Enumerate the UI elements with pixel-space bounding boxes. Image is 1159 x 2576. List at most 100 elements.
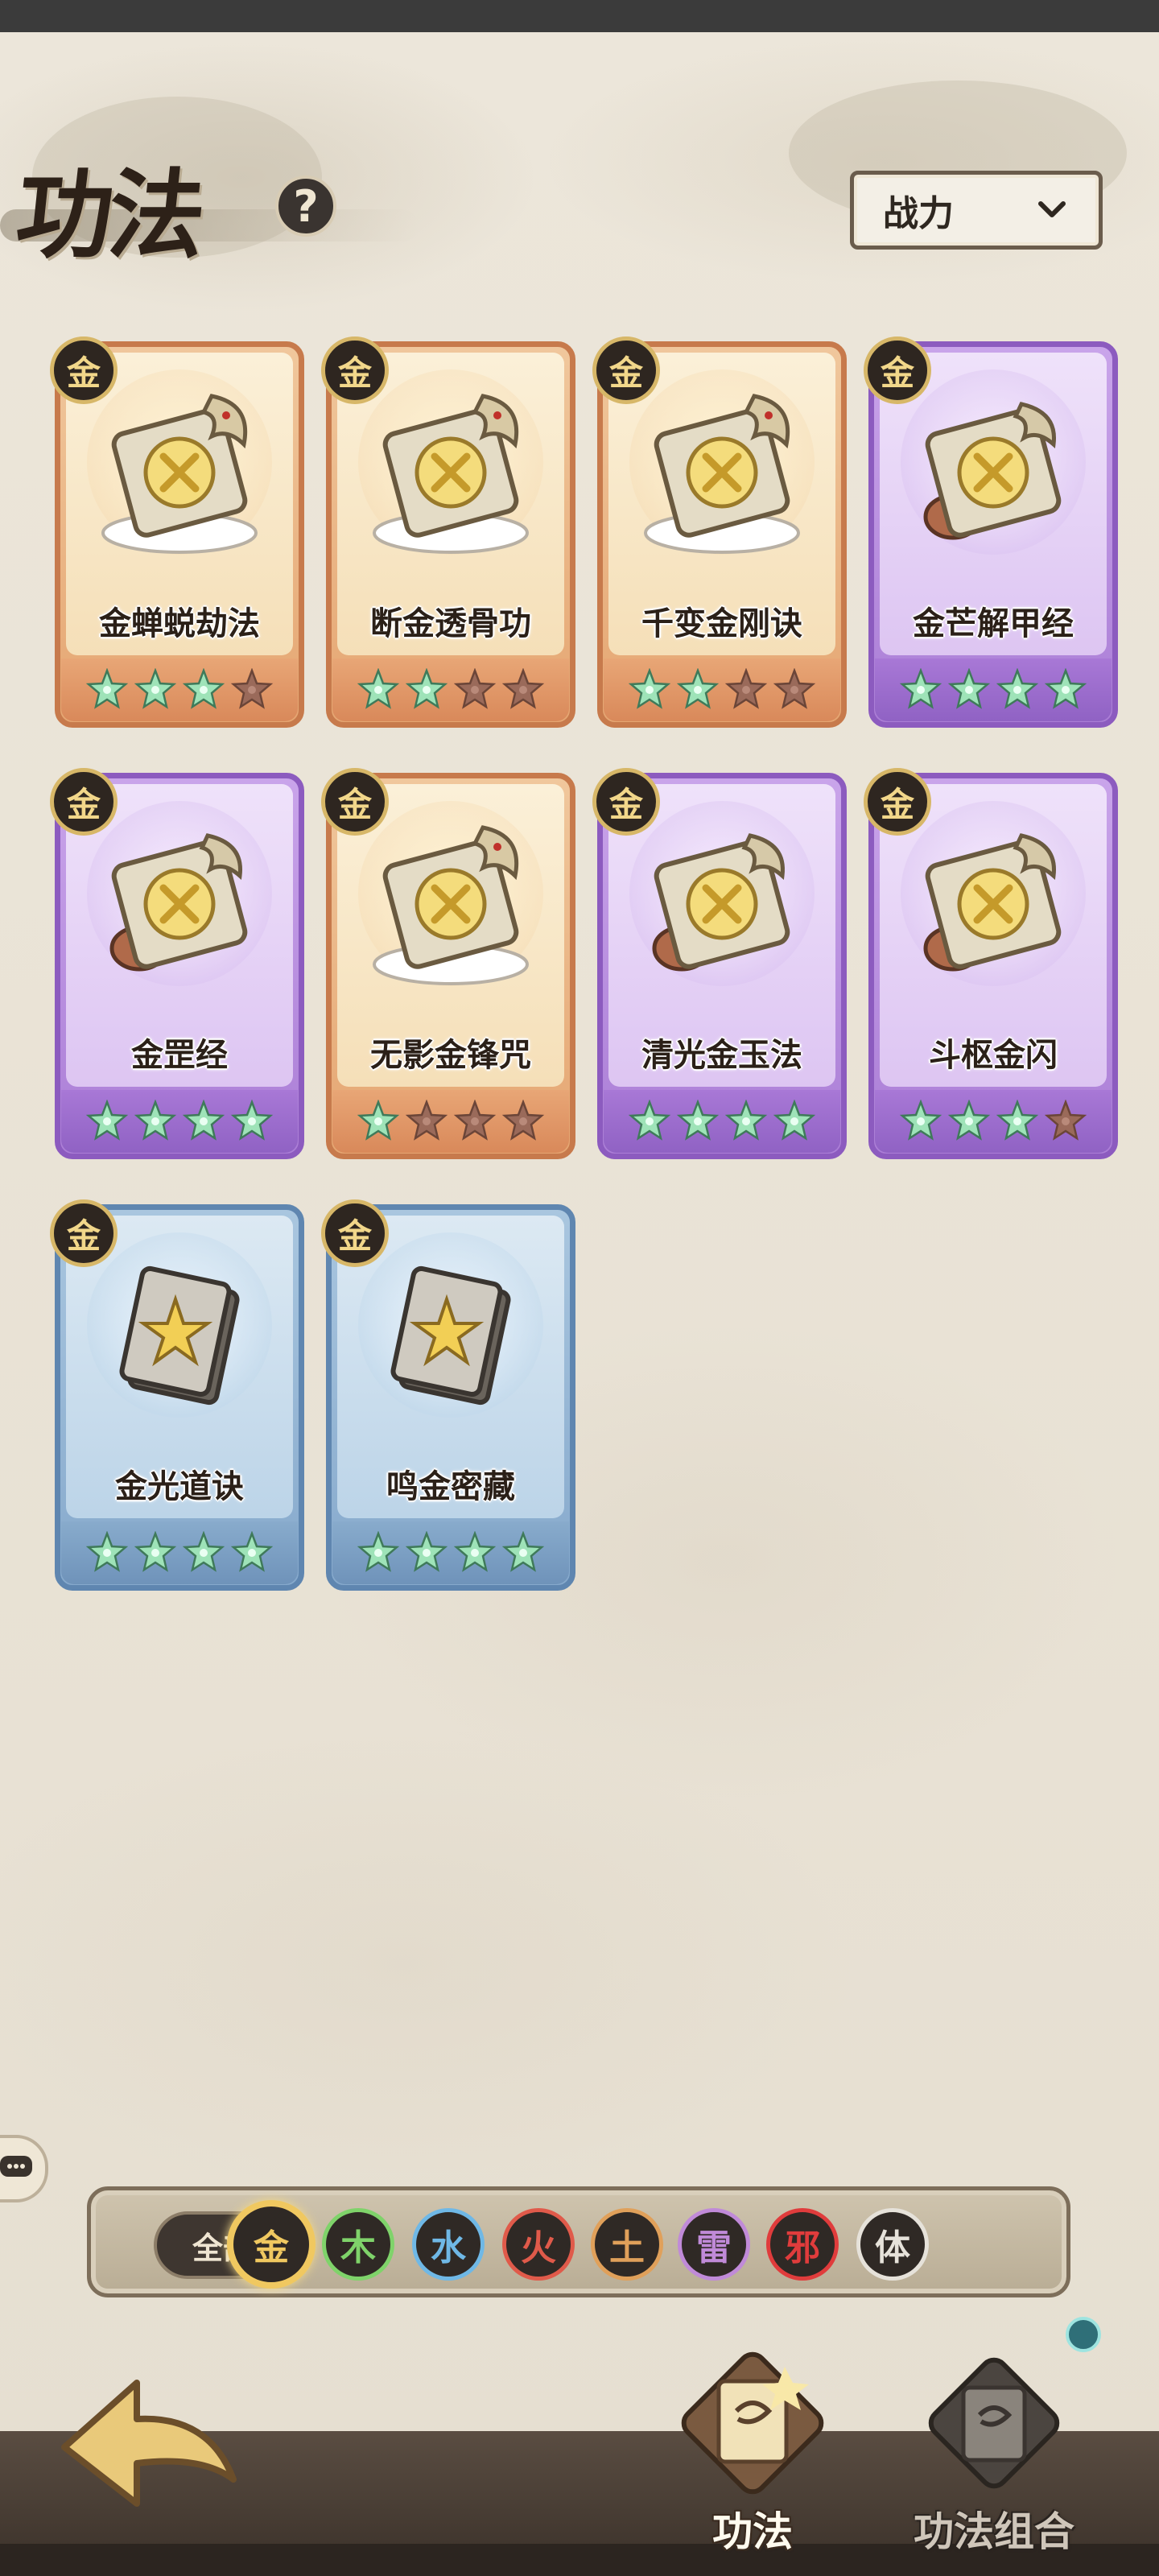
element-badge: 金 (321, 1199, 389, 1267)
technique-card[interactable]: 斗枢金闪 金 (864, 768, 1118, 1159)
star-icon (453, 1531, 497, 1572)
help-button[interactable]: ? (275, 175, 336, 237)
technique-art (373, 825, 529, 985)
star-icon (357, 1531, 400, 1572)
element-badge: 金 (321, 768, 389, 836)
filter-element-2[interactable]: 水 (412, 2208, 485, 2281)
page-title: 功法 (10, 159, 207, 272)
star-rating (61, 658, 298, 721)
sort-dropdown[interactable]: 战力 (850, 171, 1103, 250)
filter-element-3[interactable]: 火 (502, 2208, 575, 2281)
star-icon (230, 1531, 274, 1572)
star-icon (405, 668, 448, 709)
chevron-down-icon (1038, 201, 1066, 217)
star-icon (357, 1100, 400, 1141)
star-rating (61, 1090, 298, 1153)
star-icon (724, 1100, 768, 1141)
star-icon (899, 1100, 942, 1141)
technique-card[interactable]: 鸣金密藏 金 (321, 1199, 575, 1591)
star-icon (453, 668, 497, 709)
help-icon: ? (293, 180, 319, 232)
star-icon (182, 1531, 225, 1572)
filter-element-1[interactable]: 木 (322, 2208, 394, 2281)
star-icon (501, 668, 545, 709)
star-icon (230, 668, 274, 709)
star-icon (453, 1100, 497, 1141)
element-badge: 金 (864, 336, 931, 404)
star-rating (604, 658, 840, 721)
card-name: 千变金刚诀 (641, 605, 802, 642)
card-name: 金芒解甲经 (913, 605, 1074, 642)
star-icon (501, 1531, 545, 1572)
technique-art (652, 833, 790, 972)
tab-technique-combos[interactable]: 功法组合 (873, 2334, 1115, 2568)
star-icon (405, 1100, 448, 1141)
star-icon (134, 1100, 177, 1141)
star-icon (182, 1100, 225, 1141)
star-icon (773, 1100, 816, 1141)
card-name: 金罡经 (131, 1037, 228, 1074)
technique-card[interactable]: 千变金刚诀 金 (592, 336, 847, 728)
technique-card[interactable]: 金蝉蜕劫法 金 (50, 336, 304, 728)
card-name: 金光道诀 (115, 1468, 244, 1505)
back-button[interactable] (48, 2359, 258, 2536)
star-icon (85, 1531, 129, 1572)
star-icon (501, 1100, 545, 1141)
star-icon (230, 1100, 274, 1141)
filter-element-5[interactable]: 雷 (678, 2208, 750, 2281)
element-badge: 金 (864, 768, 931, 836)
filter-element-6[interactable]: 邪 (766, 2208, 839, 2281)
filter-element-0[interactable]: 金 (227, 2200, 316, 2289)
star-icon (947, 668, 991, 709)
element-badge: 金 (321, 336, 389, 404)
technique-art (373, 394, 529, 554)
tab-techniques-label: 功法 (712, 2508, 793, 2555)
tab-technique-combos-label: 功法组合 (914, 2508, 1074, 2555)
element-badge: 金 (592, 768, 660, 836)
filter-element-4[interactable]: 土 (591, 2208, 663, 2281)
star-icon (773, 668, 816, 709)
element-filter-bar: 全部 金木水火土雷邪体 (87, 2186, 1070, 2297)
star-rating (332, 658, 569, 721)
card-name: 斗枢金闪 (929, 1037, 1058, 1074)
star-icon (947, 1100, 991, 1141)
card-name: 清光金玉法 (641, 1037, 802, 1074)
status-bar (0, 0, 1159, 32)
card-name: 金蝉蜕劫法 (99, 605, 260, 642)
star-icon (357, 668, 400, 709)
technique-card[interactable]: 金芒解甲经 金 (864, 336, 1118, 728)
star-icon (85, 668, 129, 709)
technique-card[interactable]: 无影金锋咒 金 (321, 768, 575, 1159)
star-icon (1044, 1100, 1087, 1141)
technique-art (923, 833, 1062, 972)
technique-card[interactable]: 金罡经 金 (50, 768, 304, 1159)
star-icon (724, 668, 768, 709)
star-icon (628, 668, 671, 709)
star-icon (1044, 668, 1087, 709)
scroll-tab-icon (681, 2351, 824, 2495)
tab-techniques[interactable]: 功法 (632, 2334, 873, 2568)
star-rating (604, 1090, 840, 1153)
element-badge: 金 (50, 768, 118, 836)
star-icon (85, 1100, 129, 1141)
filter-element-7[interactable]: 体 (856, 2208, 929, 2281)
star-rating (332, 1521, 569, 1584)
element-badge: 金 (50, 336, 118, 404)
star-icon (996, 1100, 1039, 1141)
bottom-nav: 功法 功法组合 (0, 2302, 1159, 2576)
star-icon (134, 1531, 177, 1572)
star-rating (61, 1521, 298, 1584)
technique-art (390, 1265, 511, 1406)
technique-card[interactable]: 金光道诀 金 (50, 1199, 304, 1591)
star-icon (676, 1100, 720, 1141)
technique-card[interactable]: 断金透骨功 金 (321, 336, 575, 728)
star-icon (405, 1531, 448, 1572)
technique-art (109, 833, 248, 972)
star-icon (996, 668, 1039, 709)
notification-badge (1066, 2317, 1101, 2352)
technique-card[interactable]: 清光金玉法 金 (592, 768, 847, 1159)
element-badge: 金 (592, 336, 660, 404)
chat-icon (0, 2156, 32, 2177)
technique-art (101, 394, 258, 554)
star-rating (875, 658, 1112, 721)
